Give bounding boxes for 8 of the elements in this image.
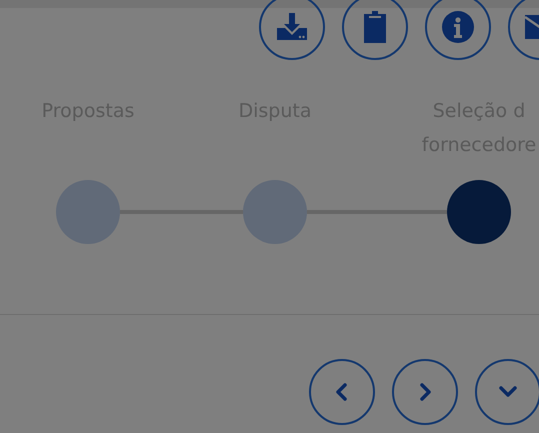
previous-button[interactable] (309, 359, 375, 425)
expand-button[interactable] (475, 359, 539, 425)
info-button[interactable] (425, 0, 491, 60)
clipboard-icon (362, 10, 388, 44)
download-button[interactable] (259, 0, 325, 60)
info-icon (441, 10, 475, 44)
next-button[interactable] (392, 359, 458, 425)
clipboard-button[interactable] (342, 0, 408, 60)
